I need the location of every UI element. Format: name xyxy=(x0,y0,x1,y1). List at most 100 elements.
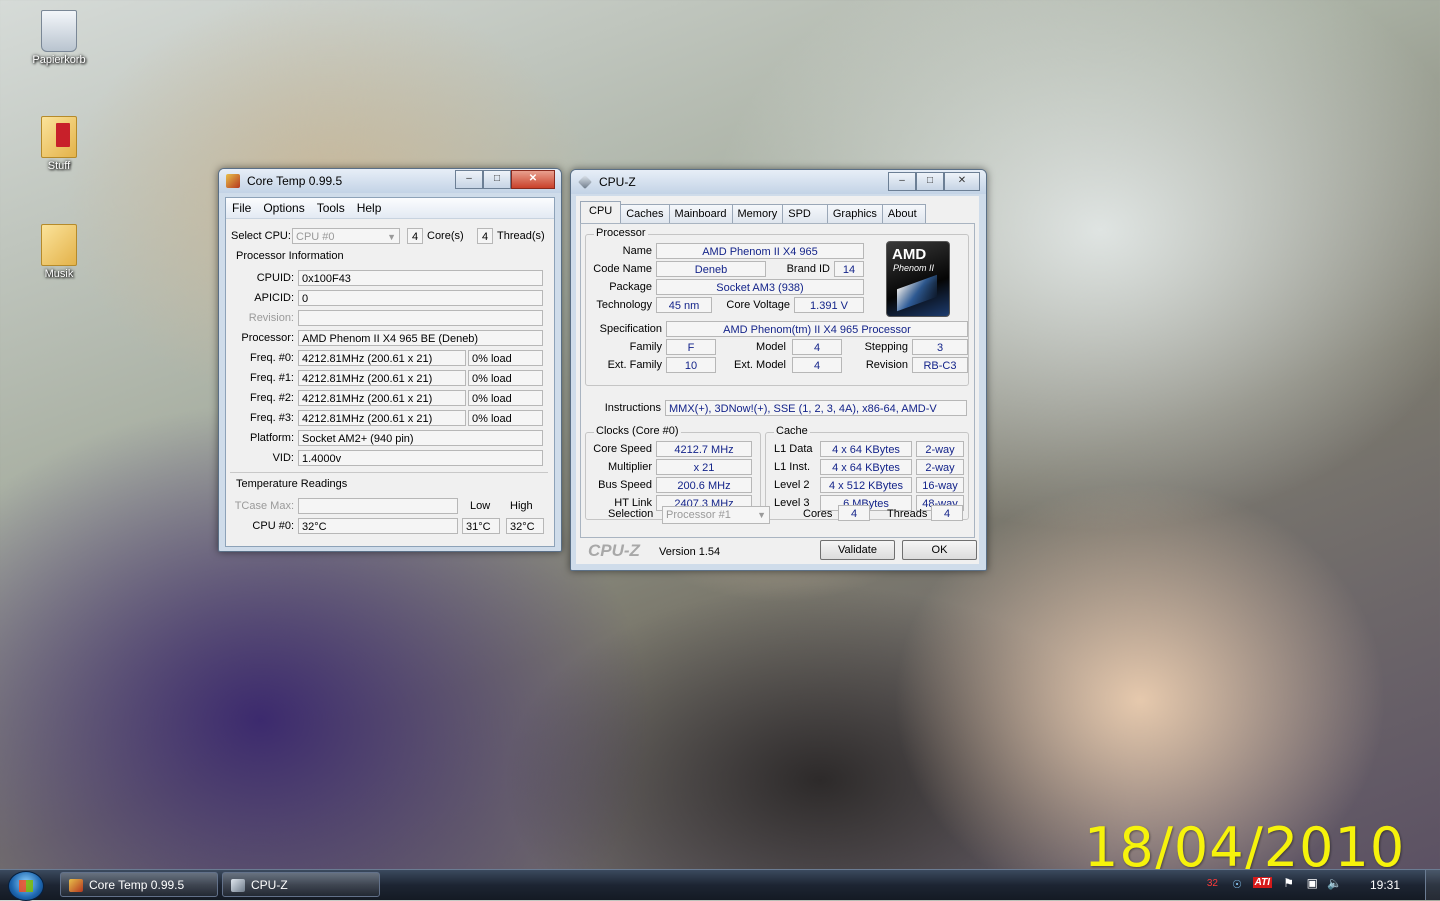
volume-icon[interactable]: 🔈 xyxy=(1327,876,1342,890)
tray-ati-icon[interactable]: ATI xyxy=(1252,877,1272,888)
recycle-bin-icon xyxy=(41,10,77,52)
extfamily-label: Ext. Family xyxy=(607,359,662,371)
name-label: Name xyxy=(622,245,652,257)
menu-tools[interactable]: Tools xyxy=(317,201,345,215)
selection-label: Selection xyxy=(608,508,654,520)
spec-label: Specification xyxy=(599,323,662,335)
tcase-label: TCase Max: xyxy=(234,500,294,512)
package-value: Socket AM3 (938) xyxy=(656,279,864,295)
freq0-label: Freq. #0: xyxy=(249,352,294,364)
freq2-value: 4212.81MHz (200.61 x 21) xyxy=(298,390,466,406)
select-cpu-dropdown[interactable]: CPU #0 ▼ xyxy=(292,228,400,244)
platform-label: Platform: xyxy=(249,432,294,444)
divider xyxy=(230,472,548,473)
minimize-button[interactable]: – xyxy=(888,172,916,191)
tab-strip: CPU Caches Mainboard Memory SPD Graphics… xyxy=(580,201,926,223)
cpuz-window[interactable]: CPU-Z – □ ✕ CPU Caches Mainboard Memory … xyxy=(570,169,987,571)
revision-value xyxy=(298,310,543,326)
selection-dropdown[interactable]: Processor #1 ▼ xyxy=(662,506,770,524)
clock[interactable]: 19:31 xyxy=(1370,878,1400,892)
close-button[interactable]: ✕ xyxy=(944,172,980,191)
corevoltage-value: 1.391 V xyxy=(794,297,864,313)
freq1-label: Freq. #1: xyxy=(249,372,294,384)
maximize-button[interactable]: □ xyxy=(916,172,944,191)
cache-group-title: Cache xyxy=(774,425,810,437)
freq1-load: 0% load xyxy=(468,370,543,386)
logo-brand: AMD xyxy=(892,246,927,263)
l1data-size: 4 x 64 KBytes xyxy=(820,441,912,457)
minimize-button[interactable]: – xyxy=(455,170,483,189)
validate-button[interactable]: Validate xyxy=(820,540,895,560)
network-activity-icon[interactable]: ☉ xyxy=(1232,878,1242,891)
maximize-button[interactable]: □ xyxy=(483,170,511,189)
tab-graphics[interactable]: Graphics xyxy=(826,204,883,223)
threads-label: Threads xyxy=(887,508,928,520)
start-button[interactable] xyxy=(8,871,44,901)
select-cpu-value: CPU #0 xyxy=(296,231,335,243)
corevoltage-label: Core Voltage xyxy=(726,299,790,311)
ok-button[interactable]: OK xyxy=(902,540,977,560)
package-label: Package xyxy=(609,281,652,293)
freq2-load: 0% load xyxy=(468,390,543,406)
instructions-label: Instructions xyxy=(604,402,661,414)
desktop-icon-label: Papierkorb xyxy=(32,54,86,66)
logo-sub: Phenom II xyxy=(893,263,935,273)
menu-options[interactable]: Options xyxy=(263,201,304,215)
coretemp-window[interactable]: Core Temp 0.99.5 – □ ✕ File Options Tool… xyxy=(218,168,562,552)
processor-group-title: Processor xyxy=(594,227,648,239)
cores-count: 4 xyxy=(407,228,423,244)
folder-icon xyxy=(41,116,77,158)
taskbar-button-cpuz[interactable]: CPU-Z xyxy=(222,872,380,897)
cpuz-footer-logo: CPU-Z xyxy=(588,541,640,560)
spec-value: AMD Phenom(tm) II X4 965 Processor xyxy=(666,321,968,337)
window-title: CPU-Z xyxy=(599,175,636,189)
family-label: Family xyxy=(629,341,662,353)
brandid-value: 14 xyxy=(834,261,864,277)
apicid-value: 0 xyxy=(298,290,543,306)
tab-memory[interactable]: Memory xyxy=(731,204,784,223)
freq1-value: 4212.81MHz (200.61 x 21) xyxy=(298,370,466,386)
multiplier-label: Multiplier xyxy=(607,461,652,473)
cpuid-label: CPUID: xyxy=(256,272,294,284)
taskbar-button-label: Core Temp 0.99.5 xyxy=(89,878,185,892)
brandid-label: Brand ID xyxy=(786,263,830,275)
tray-temperature[interactable]: 32 xyxy=(1207,878,1218,889)
tab-about[interactable]: About xyxy=(881,204,926,223)
model-label: Model xyxy=(756,341,786,353)
name-value: AMD Phenom II X4 965 xyxy=(656,243,864,259)
tab-mainboard[interactable]: Mainboard xyxy=(668,204,733,223)
cpuid-value: 0x100F43 xyxy=(298,270,543,286)
freq3-value: 4212.81MHz (200.61 x 21) xyxy=(298,410,466,426)
threads-count: 4 xyxy=(477,228,493,244)
cpu0-temp-value: 32°C xyxy=(298,518,458,534)
apicid-label: APICID: xyxy=(254,292,294,304)
freq0-value: 4212.81MHz (200.61 x 21) xyxy=(298,350,466,366)
tab-spd[interactable]: SPD xyxy=(782,204,828,223)
menu-bar: File Options Tools Help xyxy=(226,198,554,219)
processor-value: AMD Phenom II X4 965 BE (Deneb) xyxy=(298,330,543,346)
menu-help[interactable]: Help xyxy=(357,201,382,215)
busspeed-value: 200.6 MHz xyxy=(656,477,752,493)
tab-cpu[interactable]: CPU xyxy=(580,201,622,223)
desktop-icon-recycle-bin[interactable]: Papierkorb xyxy=(24,10,94,66)
threads-value: 4 xyxy=(931,505,963,521)
processor-info-heading: Processor Information xyxy=(236,250,344,262)
codename-value: Deneb xyxy=(656,261,766,277)
tab-caches[interactable]: Caches xyxy=(620,204,670,223)
menu-file[interactable]: File xyxy=(232,201,251,215)
cpuz-icon xyxy=(231,879,245,892)
monitor-icon[interactable]: ▣ xyxy=(1307,876,1318,890)
desktop-icon-stuff[interactable]: Stuff xyxy=(24,116,94,172)
coretemp-titlebar[interactable]: Core Temp 0.99.5 – □ ✕ xyxy=(219,169,561,193)
flag-icon[interactable]: ⚑ xyxy=(1283,876,1294,890)
freq3-label: Freq. #3: xyxy=(249,412,294,424)
window-title: Core Temp 0.99.5 xyxy=(247,174,343,188)
logo-swoosh xyxy=(897,274,937,312)
show-desktop-button[interactable] xyxy=(1425,870,1440,900)
freq2-label: Freq. #2: xyxy=(249,392,294,404)
cpuz-titlebar[interactable]: CPU-Z – □ ✕ xyxy=(571,170,986,194)
close-button[interactable]: ✕ xyxy=(511,170,555,189)
desktop-icon-musik[interactable]: Musik xyxy=(24,224,94,280)
stepping-label: Stepping xyxy=(864,341,908,353)
taskbar-button-coretemp[interactable]: Core Temp 0.99.5 xyxy=(60,872,218,897)
